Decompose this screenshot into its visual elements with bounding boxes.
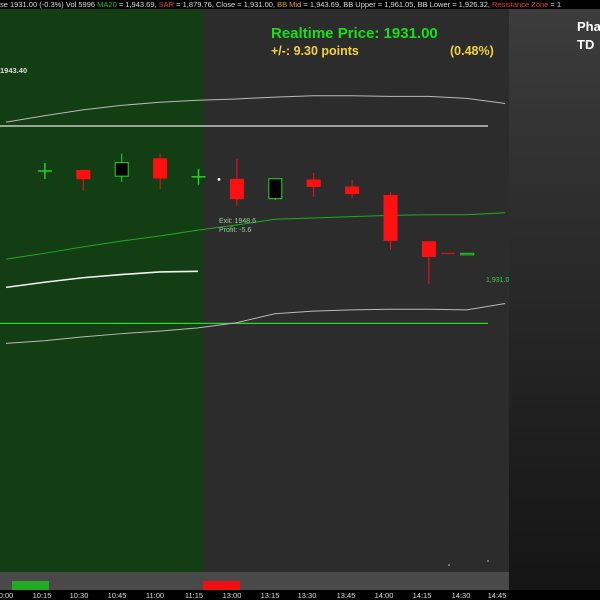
time-tick-label: 14:00: [374, 591, 394, 600]
realtime-price: Realtime Price: 1931.00: [271, 25, 438, 42]
price-chart[interactable]: [0, 9, 510, 590]
right-panel: Pha TD: [509, 9, 600, 590]
candle-body: [306, 179, 321, 187]
candle-body: [153, 158, 168, 179]
candle-body: [229, 178, 244, 200]
exit-value: Exit: 1948.6: [219, 218, 256, 225]
candle-body: [345, 186, 360, 195]
info-segment: = 1,943.69,: [116, 0, 159, 9]
time-tick-label: 10:45: [107, 591, 127, 600]
indicator-info-bar: se 1931.00 (-0.3%) Vol 5996 MA20 = 1,943…: [0, 0, 600, 9]
candle-body: [268, 178, 283, 200]
info-segment: Resistance Zone: [492, 0, 549, 9]
morning-session-bg: [0, 9, 203, 590]
time-tick-label: 13:15: [260, 591, 280, 600]
candle-body: [76, 169, 91, 180]
time-tick-label: 10:15: [32, 591, 52, 600]
exit-annotation: Exit: 1948.6 Profit: -5.6: [219, 217, 256, 235]
time-tick-label: 11:00: [145, 591, 165, 600]
candle-body: [383, 194, 398, 241]
info-segment: MA20: [97, 0, 117, 9]
candle-body: [460, 252, 475, 256]
profit-value: Profit: -5.6: [219, 227, 252, 234]
info-segment: se 1931.00 (-0.3%) Vol 5996: [0, 0, 98, 9]
info-segment: = 1,943.69, BB Upper = 1,961.05, BB Lowe…: [301, 0, 493, 9]
time-axis: 0:00 10:15 10:30 10:45 11:00 11:15 13:00 13:15 1…: [0, 590, 510, 600]
info-segment: = 1: [548, 0, 562, 9]
time-tick-label: 13:00: [222, 591, 242, 600]
time-tick-label: 10:30: [69, 591, 89, 600]
price-change-percent: (0.48%): [450, 44, 494, 58]
time-tick-label: 11:15: [184, 591, 204, 600]
time-tick-label: 13:30: [297, 591, 317, 600]
info-segment: BB Mid: [277, 0, 302, 9]
time-tick-label: 14:45: [487, 591, 507, 600]
level-label: 1943.40: [0, 66, 28, 75]
panel-subtitle: TD: [577, 37, 595, 52]
price-change: +/-: 9.30 points: [271, 44, 359, 58]
time-tick-label: 14:15: [412, 591, 432, 600]
candle-body: [114, 162, 129, 177]
sell-session-marker: [203, 581, 240, 590]
time-tick-label: 14:30: [451, 591, 471, 600]
info-segment: = 1,879.76, Close = 1,931.00,: [174, 0, 278, 9]
volume-strip: [0, 572, 510, 590]
dot-marker: [487, 560, 489, 562]
time-tick-label: 13:45: [336, 591, 356, 600]
panel-title: Pha: [577, 19, 600, 34]
time-tick-label: 0:00: [0, 591, 14, 600]
dot-marker: [448, 564, 450, 566]
buy-session-marker: [12, 581, 49, 590]
chart-area[interactable]: Realtime Price: 1931.00 +/-: 9.30 points…: [0, 9, 513, 590]
candle-body: [421, 241, 436, 258]
entry-point-marker: [217, 177, 221, 181]
info-segment: SAR: [158, 0, 175, 9]
